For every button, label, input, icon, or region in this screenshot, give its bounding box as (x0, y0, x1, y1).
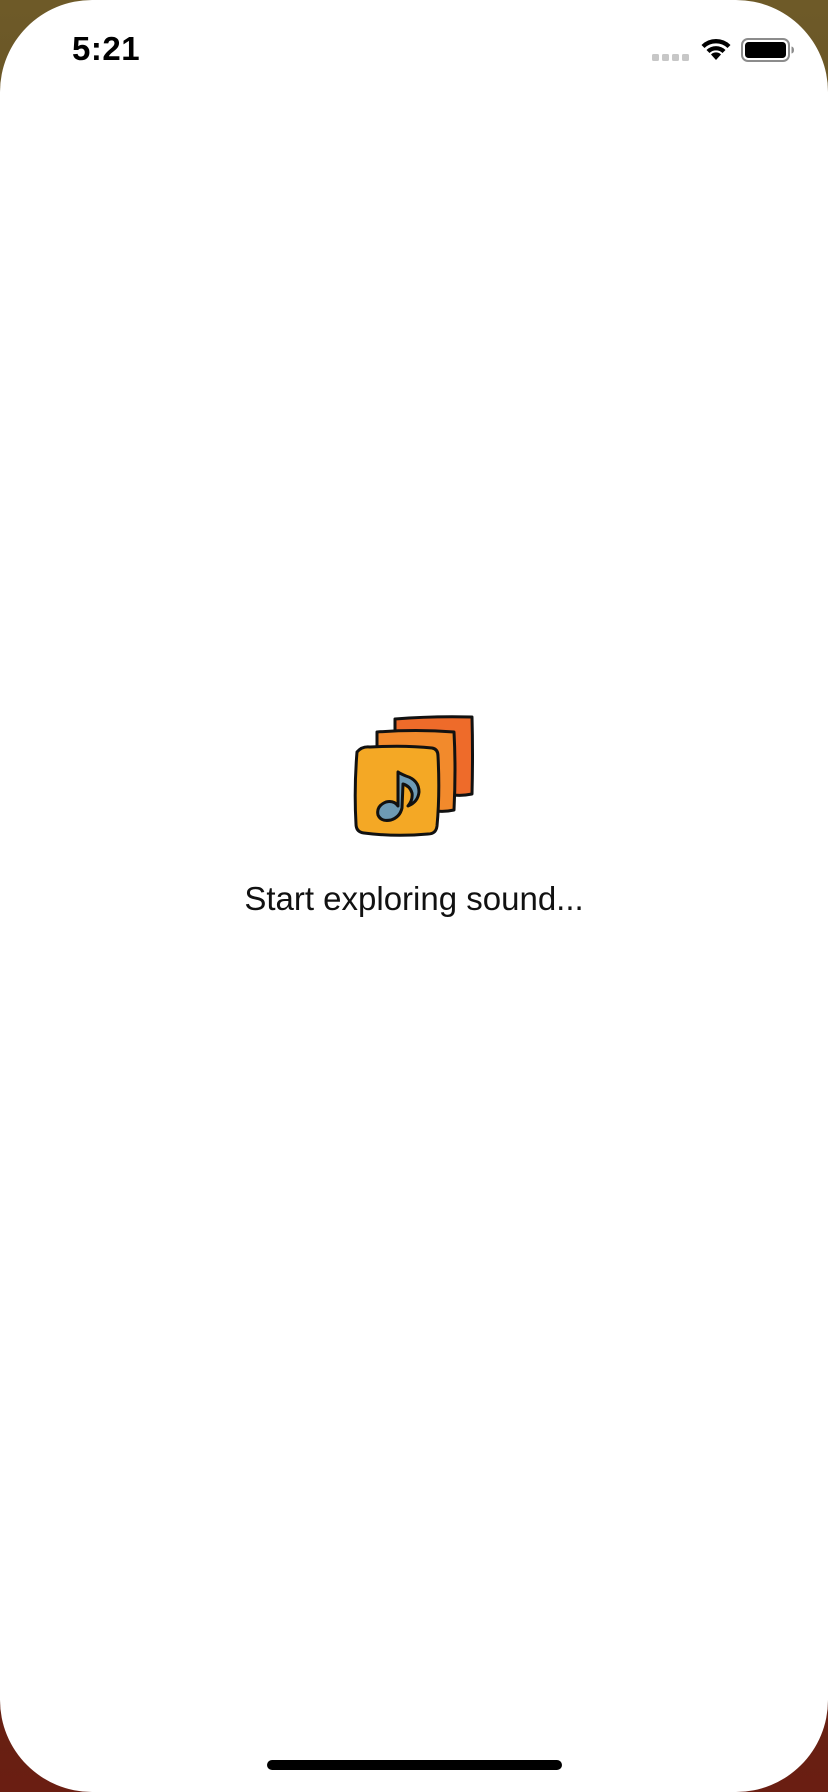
status-bar: 5:21 (0, 0, 828, 100)
empty-state-message: Start exploring sound... (244, 880, 584, 917)
app-screen: 5:21 Start exploring sound... (0, 0, 828, 1792)
home-indicator[interactable] (267, 1760, 562, 1770)
battery-icon (741, 38, 794, 62)
wifi-icon (701, 38, 731, 60)
music-albums-icon (353, 715, 474, 837)
empty-state: Start exploring sound... (0, 700, 828, 930)
status-time: 5:21 (72, 30, 141, 67)
cellular-signal-icon (652, 54, 689, 61)
